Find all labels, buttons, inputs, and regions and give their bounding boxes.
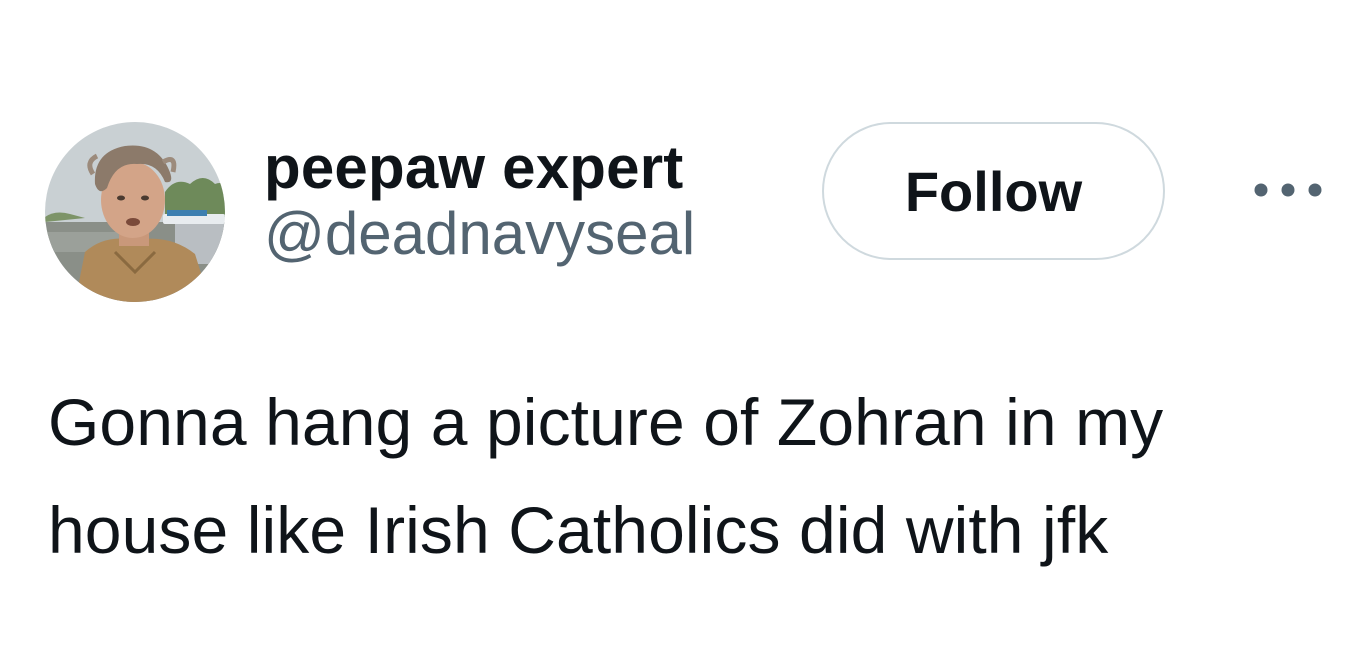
follow-button[interactable]: Follow: [822, 122, 1165, 260]
author-names: peepaw expert @deadnavyseal: [264, 132, 695, 270]
author-avatar[interactable]: [45, 122, 225, 302]
tweet-card: peepaw expert @deadnavyseal Follow Gonna…: [0, 0, 1359, 664]
tweet-text: Gonna hang a picture of Zohran in my hou…: [48, 385, 1164, 567]
author-handle[interactable]: @deadnavyseal: [264, 198, 695, 270]
author-display-name[interactable]: peepaw expert: [264, 132, 695, 204]
avatar-photo: [45, 122, 225, 302]
more-horizontal-icon: [1254, 183, 1322, 197]
more-options-button[interactable]: [1248, 168, 1328, 212]
